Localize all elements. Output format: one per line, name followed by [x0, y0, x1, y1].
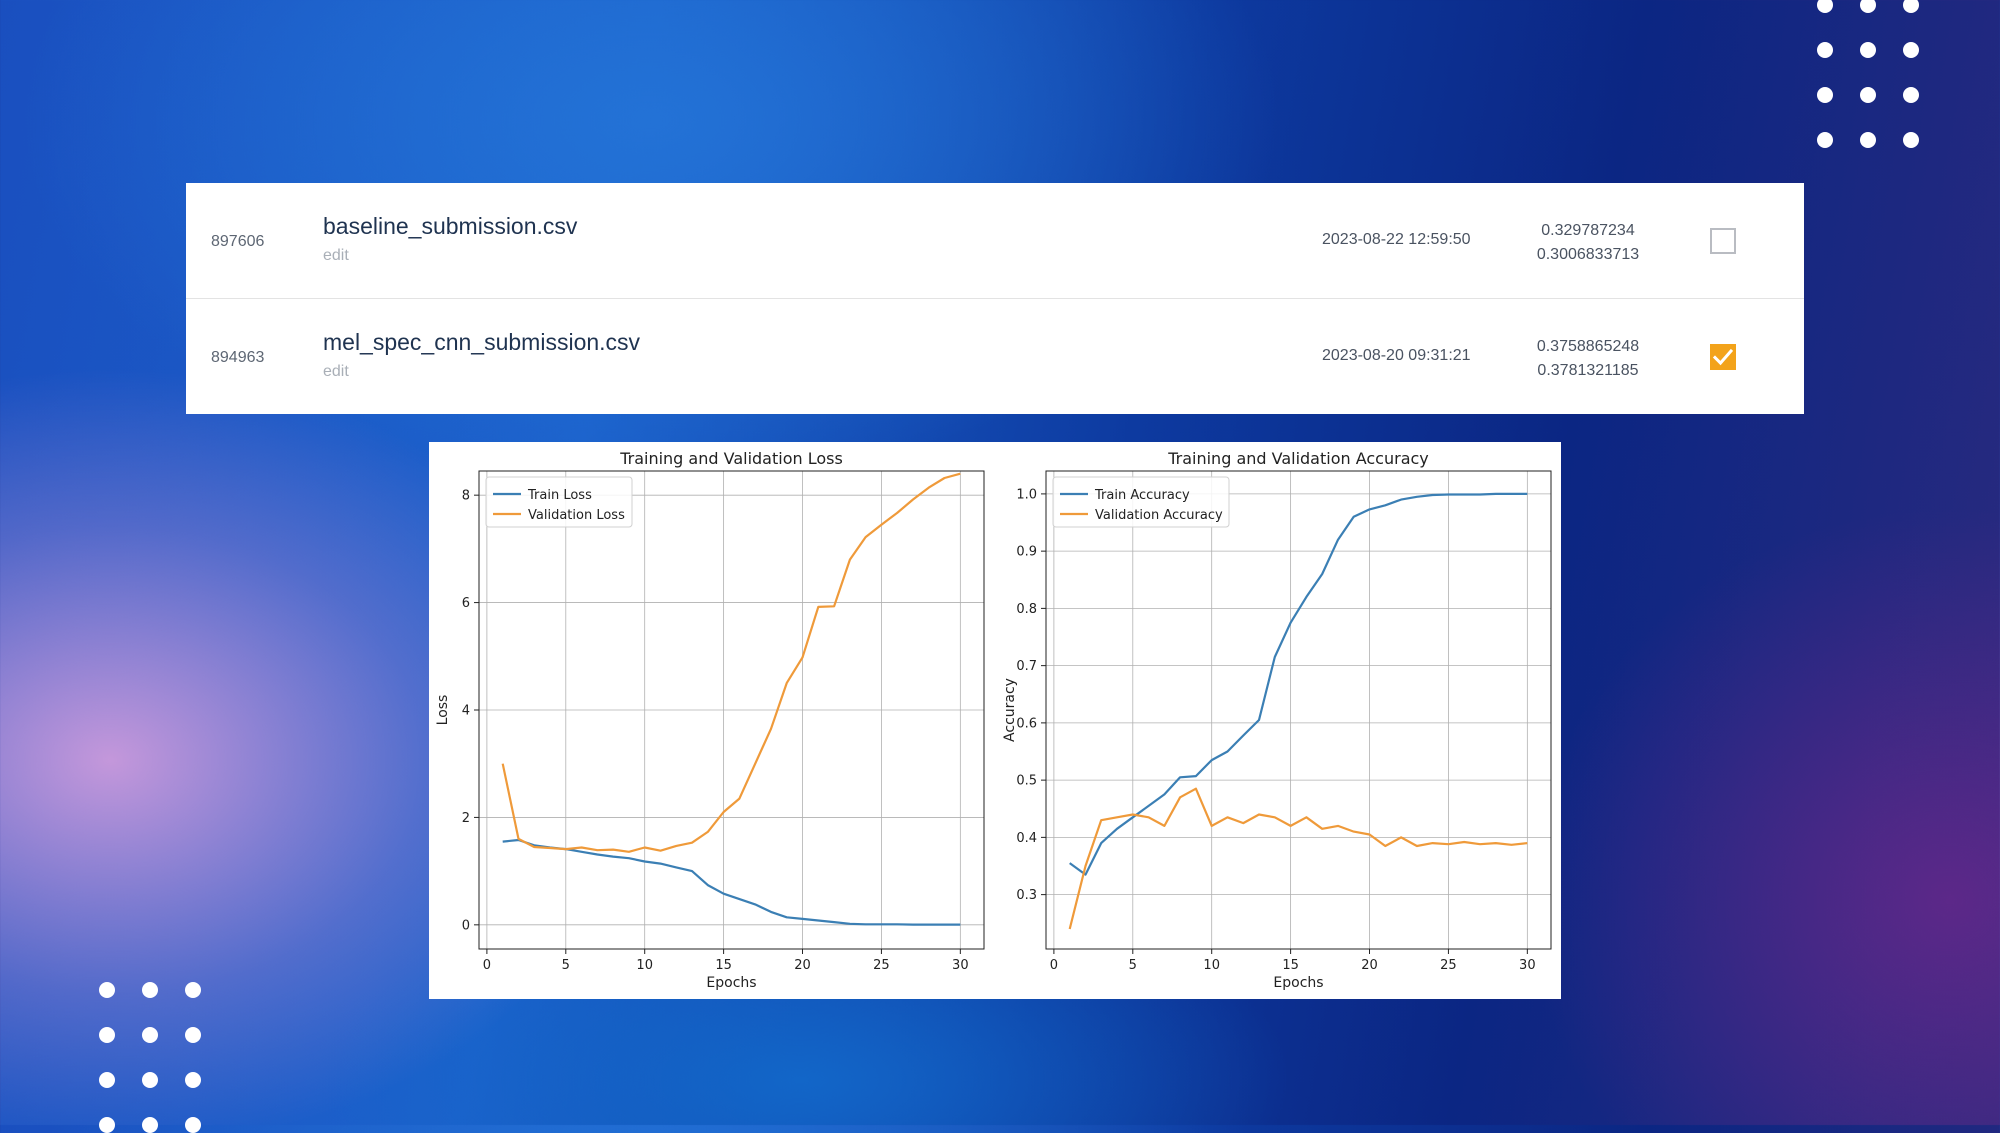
- series-line-validation-loss: [501, 472, 961, 853]
- submission-id: 897606: [211, 233, 265, 250]
- select-checkbox[interactable]: [1710, 228, 1736, 254]
- y-tick-label: 0.9: [1016, 545, 1037, 560]
- y-axis-label: Accuracy: [1002, 678, 1018, 742]
- series-line-validation-accuracy: [1068, 787, 1528, 930]
- decorative-dot: [1860, 0, 1876, 13]
- decorative-dot: [142, 1027, 158, 1043]
- y-tick-label: 0.4: [1016, 831, 1037, 846]
- decorative-dot: [1903, 0, 1919, 13]
- y-tick-label: 0.3: [1016, 888, 1037, 903]
- submissions-table: 897606 baseline_submission.csv edit 2023…: [186, 183, 1804, 414]
- y-tick-label: 1.0: [1016, 487, 1037, 502]
- decorative-dot: [99, 1072, 115, 1088]
- decorative-dot: [99, 982, 115, 998]
- x-tick-label: 20: [794, 958, 811, 973]
- series-line-train-loss: [502, 838, 961, 926]
- decorative-dot: [142, 1072, 158, 1088]
- submission-id: 894963: [211, 349, 265, 366]
- decorative-dot: [1817, 87, 1833, 103]
- x-tick-label: 20: [1361, 958, 1378, 973]
- decorative-dot: [1903, 87, 1919, 103]
- decorative-dot: [185, 1117, 201, 1133]
- decorative-dot: [1817, 132, 1833, 148]
- y-axis-label: Loss: [435, 695, 451, 726]
- legend-label: Validation Loss: [528, 508, 625, 523]
- checkmark-icon: [1712, 348, 1734, 366]
- y-tick-label: 0.8: [1016, 602, 1037, 617]
- decorative-dot: [185, 1027, 201, 1043]
- y-tick-label: 4: [462, 704, 470, 719]
- y-tick-label: 0.5: [1016, 774, 1037, 789]
- decorative-dot: [185, 1072, 201, 1088]
- x-tick-label: 25: [1440, 958, 1457, 973]
- x-tick-label: 30: [1519, 958, 1536, 973]
- x-axis-label: Epochs: [1273, 975, 1323, 991]
- x-tick-label: 0: [483, 958, 491, 973]
- decorative-dot: [1860, 42, 1876, 58]
- submission-date: 2023-08-20 09:31:21: [1322, 347, 1471, 364]
- x-axis-label: Epochs: [706, 975, 756, 991]
- decorative-dot: [1817, 42, 1833, 58]
- decorative-dot: [99, 1117, 115, 1133]
- submission-date: 2023-08-22 12:59:50: [1322, 231, 1471, 248]
- chart-title: Training and Validation Accuracy: [1167, 449, 1429, 468]
- x-tick-label: 5: [562, 958, 570, 973]
- decorative-dot: [1860, 132, 1876, 148]
- x-tick-label: 15: [715, 958, 732, 973]
- y-tick-label: 8: [462, 489, 470, 504]
- decorative-dot: [185, 982, 201, 998]
- decorative-dot: [1817, 0, 1833, 13]
- legend-label: Train Accuracy: [1094, 488, 1190, 503]
- chart-title: Training and Validation Loss: [619, 449, 843, 468]
- y-tick-label: 0.6: [1016, 716, 1037, 731]
- decorative-dot: [1860, 87, 1876, 103]
- legend-label: Train Loss: [527, 488, 592, 503]
- decorative-dot: [99, 1027, 115, 1043]
- x-tick-label: 10: [636, 958, 653, 973]
- select-checkbox[interactable]: [1710, 344, 1736, 370]
- plot-frame: [1045, 470, 1552, 950]
- x-tick-label: 30: [952, 958, 969, 973]
- x-tick-label: 10: [1203, 958, 1220, 973]
- submission-scores: 0.3758865248 0.3781321185: [1508, 335, 1668, 383]
- decorative-dot: [1903, 132, 1919, 148]
- decorative-dot-grid-top-right: [1817, 0, 1919, 148]
- submission-row: 894963 mel_spec_cnn_submission.csv edit …: [186, 298, 1804, 414]
- decorative-dot-grid-bottom-left: [99, 982, 201, 1133]
- y-tick-label: 2: [462, 811, 470, 826]
- x-tick-label: 5: [1129, 958, 1137, 973]
- public-score: 0.329787234: [1541, 222, 1635, 239]
- x-tick-label: 25: [873, 958, 890, 973]
- decorative-dot: [142, 982, 158, 998]
- y-tick-label: 0.7: [1016, 659, 1037, 674]
- decorative-dot: [1903, 42, 1919, 58]
- private-score: 0.3781321185: [1537, 362, 1639, 379]
- edit-link[interactable]: edit: [323, 363, 349, 381]
- public-score: 0.3758865248: [1536, 338, 1640, 355]
- x-tick-label: 0: [1050, 958, 1058, 973]
- legend-label: Validation Accuracy: [1095, 508, 1223, 523]
- private-score: 0.3006833713: [1536, 246, 1640, 263]
- decorative-dot: [142, 1117, 158, 1133]
- y-tick-label: 6: [462, 596, 470, 611]
- x-tick-label: 15: [1282, 958, 1299, 973]
- submission-filename: baseline_submission.csv: [323, 213, 578, 239]
- submission-scores: 0.329787234 0.3006833713: [1508, 219, 1668, 267]
- submission-filename: mel_spec_cnn_submission.csv: [323, 329, 641, 355]
- edit-link[interactable]: edit: [323, 247, 349, 265]
- y-tick-label: 0: [462, 918, 470, 933]
- submission-row: 897606 baseline_submission.csv edit 2023…: [186, 183, 1804, 298]
- training-charts: 0 5 10 15 20 25 30 0 2 4 6 8 Training and Validation…: [435, 449, 1552, 991]
- training-charts-image: 0 5 10 15 20 25 30 0 2 4 6 8 Training and Validation…: [429, 442, 1561, 999]
